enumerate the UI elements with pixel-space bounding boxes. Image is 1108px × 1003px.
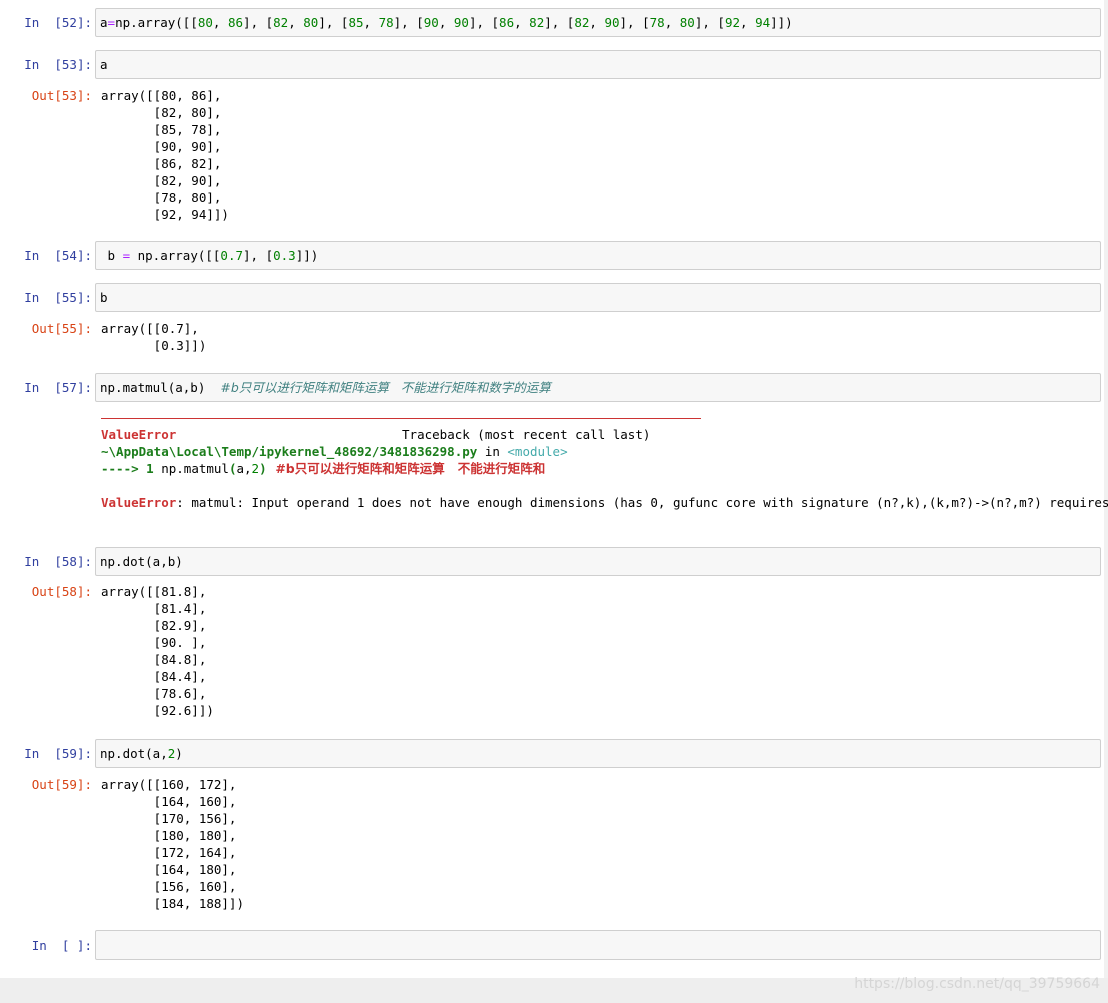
code-input[interactable]: b = np.array([[0.7], [0.3]]) [95,241,1101,270]
code-text: a [100,57,108,72]
output-prompt: Out[55]: [31,321,92,336]
error-separator [101,418,701,419]
code-text: b = np.array([[0.7], [0.3]]) [100,248,319,263]
input-prompt: In [52]: [24,15,92,30]
input-prompt: In [54]: [24,248,92,263]
output-text: array([[80, 86], [82, 80], [85, 78], [90… [101,88,229,222]
output-text: array([[160, 172], [164, 160], [170, 156… [101,777,244,911]
code-input[interactable]: np.dot(a,b) [95,547,1101,576]
code-input[interactable]: a [95,50,1101,79]
input-prompt: In [ ]: [31,938,92,953]
code-text: b [100,290,108,305]
input-prompt: In [58]: [24,554,92,569]
output-text: array([[0.7], [0.3]]) [101,321,207,353]
watermark: https://blog.csdn.net/qq_39759664 [854,976,1100,992]
input-prompt: In [55]: [24,290,92,305]
code-text: np.matmul(a,b) #b只可以进行矩阵和矩阵运算 不能进行矩阵和数字的… [100,380,551,395]
output-text: array([[81.8], [81.4], [82.9], [90. ], [… [101,584,214,718]
code-input[interactable]: np.matmul(a,b) #b只可以进行矩阵和矩阵运算 不能进行矩阵和数字的… [95,373,1101,402]
input-prompt: In [57]: [24,380,92,395]
code-text: np.dot(a,b) [100,554,183,569]
error-traceback: ValueError Traceback (most recent call l… [101,427,1108,510]
code-input[interactable] [95,930,1101,960]
output-prompt: Out[59]: [31,777,92,792]
code-input[interactable]: np.dot(a,2) [95,739,1101,768]
code-text: a=np.array([[80, 86], [82, 80], [85, 78]… [100,15,793,30]
output-prompt: Out[53]: [31,88,92,103]
input-prompt: In [59]: [24,746,92,761]
output-prompt: Out[58]: [31,584,92,599]
input-prompt: In [53]: [24,57,92,72]
code-input[interactable]: a=np.array([[80, 86], [82, 80], [85, 78]… [95,8,1101,37]
code-input[interactable]: b [95,283,1101,312]
code-text: np.dot(a,2) [100,746,183,761]
